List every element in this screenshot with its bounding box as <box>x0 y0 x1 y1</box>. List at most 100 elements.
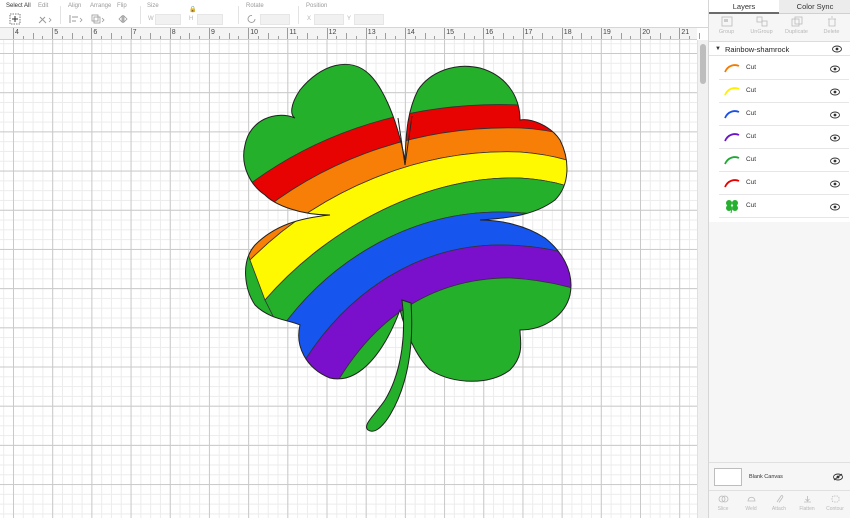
blank-canvas-row[interactable]: Blank Canvas <box>709 462 850 490</box>
layer-row[interactable]: Cut <box>719 149 849 172</box>
ruler-minor-tick <box>297 36 299 39</box>
size-w-label: W <box>148 16 154 22</box>
flip-icon[interactable] <box>117 13 133 25</box>
tab-color-sync[interactable]: Color Sync <box>779 0 850 14</box>
ruler-number: 8 <box>171 29 176 36</box>
ruler-minor-tick <box>620 33 622 39</box>
select-all-label: Select All <box>6 3 31 9</box>
ruler-minor-tick <box>62 36 63 39</box>
layer-row[interactable]: Cut <box>719 195 849 218</box>
yellow-arc-thumbnail <box>724 87 740 96</box>
slice-icon <box>718 495 728 503</box>
weld-button[interactable]: Weld <box>737 494 765 512</box>
ruler-minor-tick <box>140 36 142 39</box>
ruler-number: 12 <box>328 29 337 36</box>
rotate-icon <box>247 15 256 23</box>
eye-icon[interactable] <box>832 45 842 53</box>
rainbow-shamrock-graphic[interactable] <box>0 40 697 518</box>
ruler-major-tick <box>326 28 328 39</box>
ruler-major-tick <box>601 28 602 39</box>
eye-icon[interactable] <box>830 65 840 73</box>
eye-icon[interactable] <box>830 157 840 165</box>
ruler-number: 19 <box>603 29 611 36</box>
bottom-actions-bar: Slice Weld Attach Flatten Contour <box>709 490 850 518</box>
select-all-icon[interactable] <box>9 13 21 25</box>
slice-button[interactable]: Slice <box>709 494 737 512</box>
vertical-scrollbar[interactable] <box>697 40 708 518</box>
edit-icon[interactable] <box>37 13 53 25</box>
ruler-major-tick <box>248 28 250 39</box>
ruler-minor-tick <box>218 36 220 39</box>
ruler-minor-tick <box>699 33 700 39</box>
ruler-minor-tick <box>189 33 191 39</box>
ruler-minor-tick <box>22 36 24 39</box>
ruler-minor-tick <box>258 36 259 39</box>
ruler-major-tick <box>405 28 406 39</box>
layer-label: Cut <box>746 202 757 209</box>
ruler-number: 18 <box>563 29 572 36</box>
ruler-minor-tick <box>42 36 44 39</box>
size-label: Size <box>147 3 159 9</box>
purple-arc-thumbnail <box>724 133 740 142</box>
design-canvas[interactable] <box>0 40 697 518</box>
flatten-icon <box>803 496 811 503</box>
ruler-minor-tick <box>150 33 152 39</box>
attach-button[interactable]: Attach <box>765 494 793 512</box>
eye-icon[interactable] <box>830 88 840 96</box>
eye-icon[interactable] <box>830 134 840 142</box>
ruler-minor-tick <box>512 36 514 39</box>
ruler-major-tick <box>522 28 524 39</box>
width-input[interactable] <box>155 14 181 25</box>
ungroup-button[interactable]: UnGroup <box>744 16 779 35</box>
height-input[interactable] <box>197 14 223 25</box>
toolbar-separator <box>238 6 239 24</box>
weld-label: Weld <box>745 506 757 512</box>
canvas-swatch[interactable] <box>714 468 742 486</box>
eye-icon[interactable] <box>830 203 840 211</box>
contour-button[interactable]: Contour <box>821 494 849 512</box>
design-space-window: Select All Edit Align Arrange Flip Size … <box>0 0 850 518</box>
ruler-major-tick <box>483 28 485 39</box>
lock-icon[interactable]: 🔒 <box>189 6 196 13</box>
ruler-minor-tick <box>120 36 122 39</box>
layer-row[interactable]: Cut <box>719 57 849 80</box>
layer-actions-bar: Group UnGroup Duplicate Delete <box>709 14 850 42</box>
ungroup-label: UnGroup <box>750 29 773 35</box>
layer-row[interactable]: Cut <box>719 103 849 126</box>
ruler-minor-tick <box>395 36 397 39</box>
layer-label: Cut <box>746 179 757 186</box>
panel-tabs: Layers Color Sync <box>709 0 850 14</box>
layer-group-rainbow-shamrock[interactable]: ▼ Rainbow-shamrock <box>709 42 850 56</box>
layer-label: Cut <box>746 133 757 140</box>
ruler-minor-tick <box>650 36 651 39</box>
rotate-label: Rotate <box>246 3 264 9</box>
align-label: Align <box>68 3 82 9</box>
eye-icon[interactable] <box>830 180 840 188</box>
delete-label: Delete <box>823 29 840 35</box>
eye-icon[interactable] <box>830 111 840 119</box>
layer-label: Cut <box>746 110 757 117</box>
duplicate-button[interactable]: Duplicate <box>779 16 814 35</box>
delete-button[interactable]: Delete <box>814 16 849 35</box>
edit-label: Edit <box>38 3 49 9</box>
layer-row[interactable]: Cut <box>719 172 849 195</box>
align-icon[interactable] <box>68 13 84 25</box>
tab-layers[interactable]: Layers <box>709 0 779 14</box>
ruler-minor-tick <box>659 33 661 39</box>
caret-down-icon[interactable]: ▼ <box>715 46 721 52</box>
layer-row[interactable]: Cut <box>719 126 849 149</box>
flatten-button[interactable]: Flatten <box>793 494 821 512</box>
ruler-minor-tick <box>542 33 544 39</box>
ruler-number: 20 <box>642 29 650 36</box>
eye-hidden-icon[interactable] <box>833 473 843 481</box>
layer-row[interactable]: Cut <box>719 80 849 103</box>
y-input[interactable] <box>354 14 384 25</box>
ruler-number: 11 <box>289 29 297 36</box>
scrollbar-thumb[interactable] <box>700 44 706 84</box>
rotate-input[interactable] <box>260 14 290 25</box>
toolbar-separator <box>60 6 61 24</box>
group-button[interactable]: Group <box>709 16 744 35</box>
arrange-icon[interactable] <box>90 13 106 25</box>
ruler-minor-tick <box>571 36 573 39</box>
x-input[interactable] <box>314 14 344 25</box>
